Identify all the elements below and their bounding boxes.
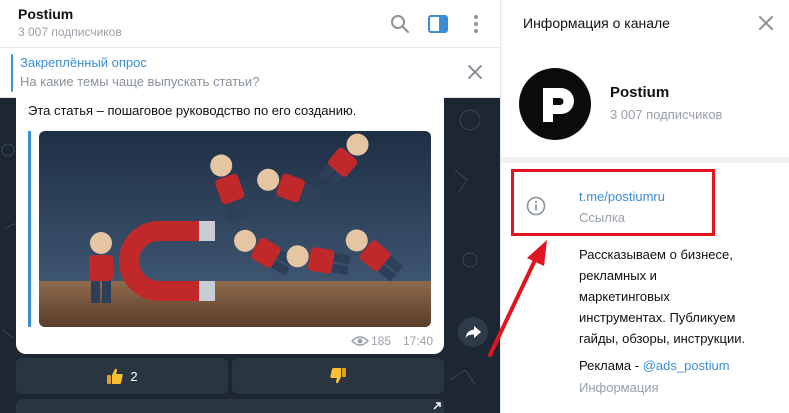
pinned-title: Закреплённый опрос [20,55,147,70]
description-line: рекламных и [579,268,657,283]
expand-arrow-icon [433,402,441,410]
pinned-accent-bar [11,54,13,92]
thumbs-down-icon [330,368,346,384]
channel-subscriber-count: 3 007 подписчиков [610,107,723,122]
close-icon[interactable] [757,14,775,32]
share-button[interactable] [458,317,488,347]
pinned-text: На какие темы чаще выпускать статьи? [20,74,260,89]
description-line: гайды, обзоры, инструкции. [579,331,746,346]
reaction-dislike-button[interactable] [232,358,444,394]
channel-subscriber-count: 3 007 подписчиков [18,25,122,39]
magnet-illustration [39,131,431,327]
message-time: 17:40 [403,334,434,348]
chat-header: Postium 3 007 подписчиков [0,0,500,48]
ads-label: Информация [579,380,659,395]
more-vertical-icon[interactable] [464,12,488,36]
message-text: Эта статья – пошаговое руководство по ег… [28,103,357,118]
channel-title[interactable]: Postium [18,6,73,22]
description-line: маркетинговых [579,289,670,304]
eye-icon [351,336,369,346]
views-count: 185 [371,334,392,348]
comments-button[interactable] [16,399,444,413]
search-icon[interactable] [388,12,412,36]
sidebar-toggle-icon[interactable] [426,12,450,36]
pinned-message-bar[interactable]: Закреплённый опрос На какие темы чаще вы… [0,48,500,98]
chat-panel: Postium 3 007 подписчиков Закреплённый о… [0,0,500,413]
annotation-highlight-box [511,169,715,236]
section-divider [501,157,789,163]
postium-logo-icon [543,88,574,122]
thumbs-up-icon [107,368,124,384]
ads-prefix: Реклама - [579,358,643,373]
channel-info-panel: Информация о канале Postium 3 007 подпис… [500,0,789,413]
channel-description: Рассказываем о бизнесе, рекламных и марк… [579,244,779,349]
ads-contact: Реклама - @ads_postium [579,358,730,373]
description-line: Рассказываем о бизнесе, [579,247,733,262]
close-icon[interactable] [466,63,484,81]
info-panel-title: Информация о канале [523,15,670,31]
reaction-like-count: 2 [130,368,138,384]
channel-avatar[interactable] [519,68,591,140]
message-bubble: Эта статья – пошаговое руководство по ег… [16,97,444,354]
article-preview-image[interactable] [39,131,431,327]
ads-handle-link[interactable]: @ads_postium [643,358,730,373]
reaction-like-button[interactable]: 2 [16,358,228,394]
share-arrow-icon [465,326,481,338]
channel-name: Postium [610,84,670,101]
link-preview-accent-bar [28,131,31,327]
description-line: инструментах. Публикуем [579,310,736,325]
